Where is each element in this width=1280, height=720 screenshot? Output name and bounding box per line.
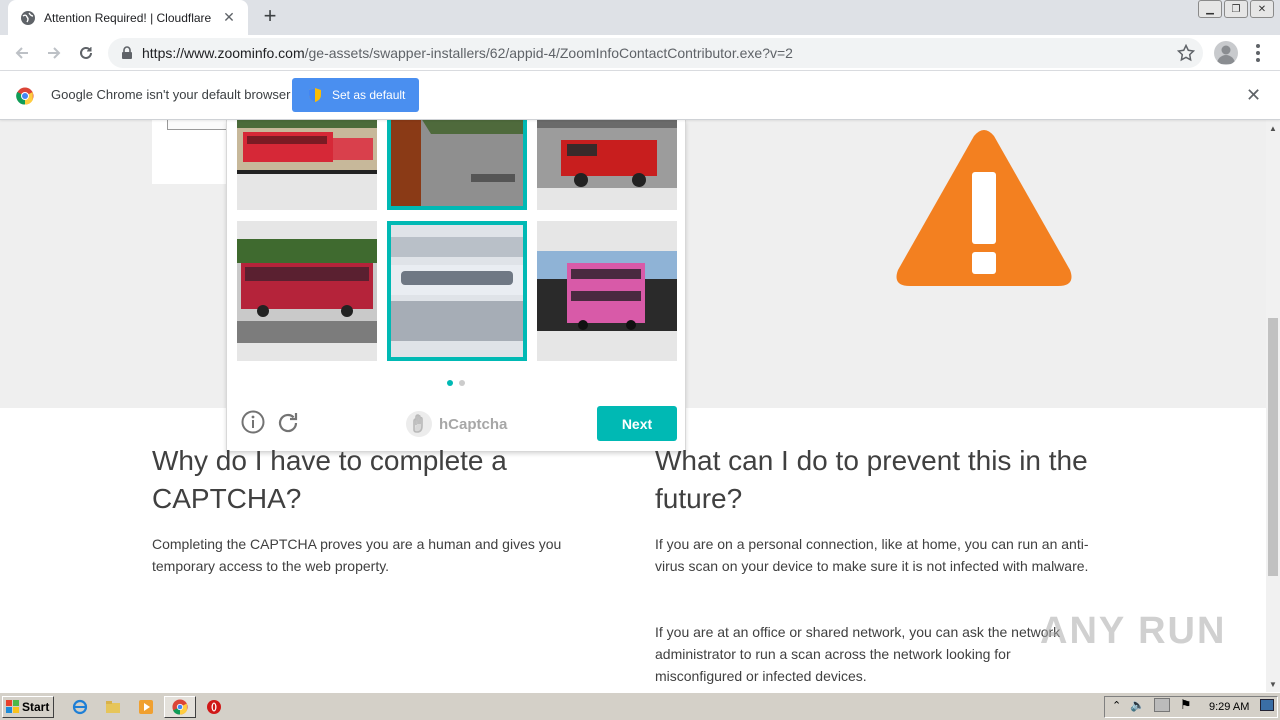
action-center-flag-icon[interactable]: ⚑ [1180,697,1192,713]
chrome-taskbar-icon [172,699,188,715]
tab-title: Attention Required! | Cloudflare [44,10,212,25]
globe-icon [20,10,36,26]
forward-arrow-icon [48,47,61,59]
set-as-default-label: Set as default [332,88,406,102]
url-path: /ge-assets/swapper-installers/62/appid-4… [304,45,793,61]
lock-icon [120,46,134,60]
internet-explorer-icon[interactable] [72,699,88,715]
red-bus-image [237,120,377,174]
captcha-image-cell[interactable] [387,120,527,210]
tab-close-icon[interactable]: ✕ [220,9,238,26]
captcha-image-cell[interactable] [537,120,677,210]
infobar-close-icon[interactable]: ✕ [1246,85,1261,106]
url-host: https://www.zoominfo.com [142,45,305,61]
page-content: hCaptcha Next Why do I have to complete … [0,120,1266,692]
url-text: https://www.zoominfo.com/ge-assets/swapp… [142,45,793,61]
fire-engine-image [537,120,677,188]
hcaptcha-logo: hCaptcha [405,410,507,438]
new-tab-button[interactable]: + [258,5,282,29]
hcaptcha-brand-text: hCaptcha [439,415,508,433]
scrollbar-thumb[interactable] [1268,318,1278,576]
default-browser-infobar: Google Chrome isn't your default browser… [0,71,1280,120]
windows-taskbar: Start ⌃ 🔈 ⚑ 9:29 AM [0,692,1280,720]
reload-icon [80,46,92,59]
refresh-icon[interactable] [275,410,301,436]
minimize-button[interactable]: ▁ [1198,0,1222,18]
taskbar-clock[interactable]: 9:29 AM [1209,701,1249,713]
page-dot[interactable] [459,380,465,386]
warning-icon [896,130,1072,286]
scroll-down-icon[interactable]: ▼ [1269,680,1277,689]
captcha-image-cell[interactable] [237,120,377,210]
media-player-icon[interactable] [138,699,154,715]
volume-icon[interactable]: 🔈 [1130,698,1145,712]
hcaptcha-hand-icon [406,411,432,437]
chrome-menu-button[interactable] [1250,43,1266,63]
set-as-default-button[interactable]: Set as default [292,78,419,112]
info-icon[interactable] [241,410,265,434]
start-button[interactable]: Start [2,696,54,718]
window-controls: ▁ ❐ ✕ [1198,0,1274,18]
chrome-logo-icon [16,87,34,105]
forward-button[interactable] [42,41,66,65]
right-heading: What can I do to prevent this in the fut… [655,445,1088,514]
anyrun-watermark: ANY RUN [1040,610,1227,652]
captcha-image-cell[interactable] [537,221,677,361]
restore-button[interactable]: ❐ [1224,0,1248,18]
tab-active[interactable]: Attention Required! | Cloudflare ✕ [8,0,248,35]
scroll-up-icon[interactable]: ▲ [1269,124,1277,133]
left-paragraph: Completing the CAPTCHA proves you are a … [152,536,562,574]
right-paragraph-1: If you are on a personal connection, lik… [655,536,1089,574]
page-dot[interactable] [447,380,453,386]
submit-button-fragment[interactable] [167,120,227,130]
address-bar[interactable]: https://www.zoominfo.com/ge-assets/swapp… [108,38,1203,68]
train-platform-image [391,120,523,206]
browser-toolbar: https://www.zoominfo.com/ge-assets/swapp… [0,35,1280,71]
profile-avatar[interactable] [1214,41,1238,65]
shield-icon [309,88,321,102]
tray-expand-icon[interactable]: ⌃ [1112,699,1121,712]
right-paragraph-2: If you are at an office or shared networ… [655,624,1061,684]
person-icon [1217,45,1235,64]
network-icon[interactable] [1154,698,1170,712]
pink-double-decker-image [537,251,677,331]
left-heading: Why do I have to complete a CAPTCHA? [152,445,507,514]
opera-icon[interactable] [206,699,222,715]
next-button[interactable]: Next [597,406,677,441]
taskbar-chrome-button[interactable] [164,696,196,718]
captcha-image-cell[interactable] [387,221,527,361]
captcha-image-cell[interactable] [237,221,377,361]
captcha-page-dots [447,380,465,386]
start-label: Start [22,700,50,714]
folder-icon[interactable] [105,699,121,715]
tab-strip: Attention Required! | Cloudflare ✕ + ▁ ❐… [0,0,1280,35]
back-arrow-icon [15,47,28,59]
silver-train-image [391,225,523,357]
show-desktop-icon[interactable] [1260,699,1274,711]
infobar-message: Google Chrome isn't your default browser [51,87,291,102]
back-button[interactable] [10,41,34,65]
bookmark-star-icon[interactable] [1176,43,1196,62]
close-window-button[interactable]: ✕ [1250,0,1274,18]
red-bus-image [237,239,377,343]
hcaptcha-challenge: hCaptcha Next [226,120,686,452]
windows-logo-icon [6,700,19,713]
page-scrollbar[interactable]: ▲ ▼ [1266,120,1280,692]
reload-button[interactable] [74,41,98,65]
